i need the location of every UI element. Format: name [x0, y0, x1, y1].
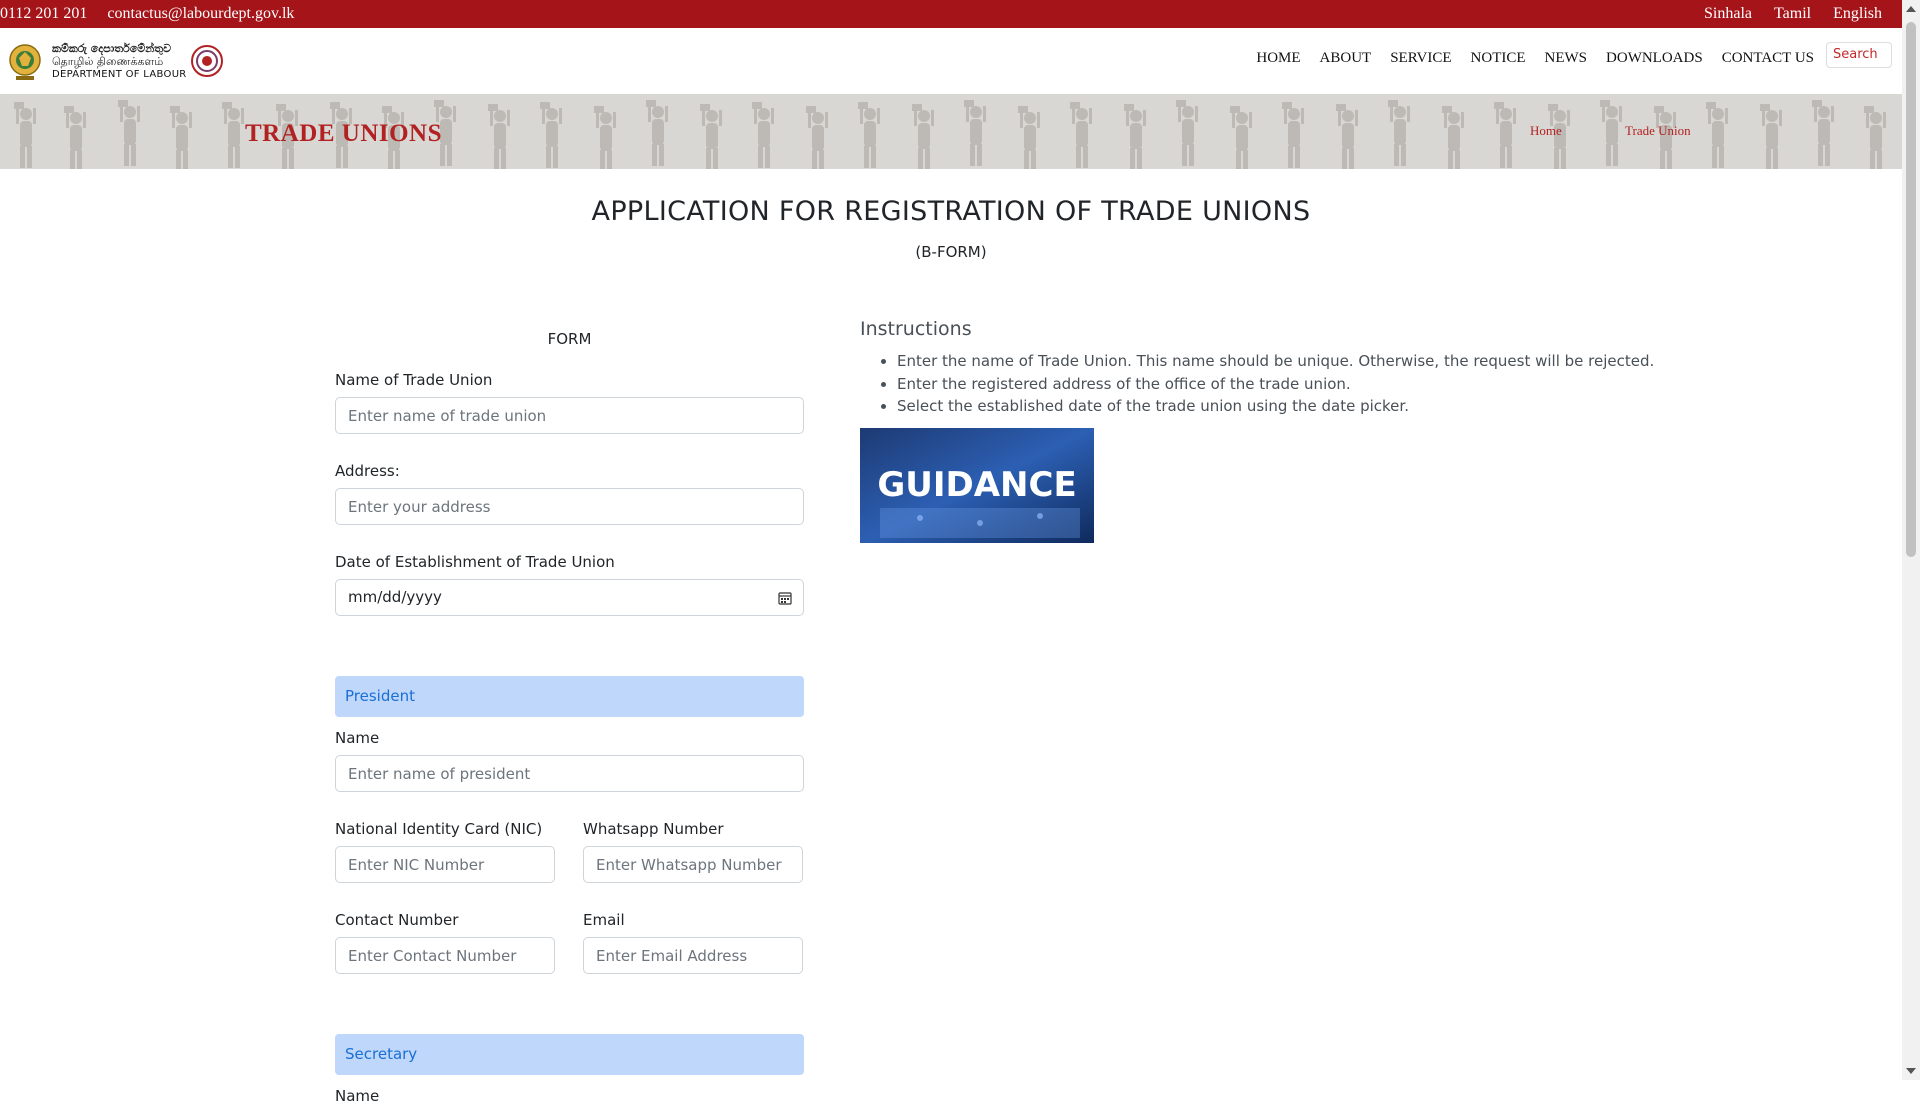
- instruction-item: Select the established date of the trade…: [897, 395, 1760, 418]
- site-header: කම්කරු දෙපාර්තමේන්තුව தொழில் திணைக்களம் …: [0, 28, 1902, 94]
- scrollbar-thumb[interactable]: [1906, 22, 1916, 557]
- nav-service[interactable]: SERVICE: [1390, 50, 1451, 67]
- phone-number: 0112 201 201: [0, 5, 88, 22]
- nav-news[interactable]: NEWS: [1545, 50, 1588, 67]
- language-switcher: Sinhala Tamil English: [1686, 5, 1882, 23]
- president-nic-whatsapp-row: National Identity Card (NIC) Whatsapp Nu…: [335, 820, 804, 883]
- address-label: Address:: [335, 462, 400, 480]
- president-name-label: Name: [335, 729, 380, 747]
- national-emblem-icon: [9, 44, 41, 80]
- guidance-text: GUIDANCE: [877, 465, 1076, 505]
- instructions-heading: Instructions: [860, 318, 972, 340]
- nav-downloads[interactable]: DOWNLOADS: [1606, 50, 1703, 67]
- contact-email[interactable]: contactus@labourdept.gov.lk: [107, 5, 294, 22]
- logo-sinhala-text: කම්කරු දෙපාර්තමේන්තුව: [52, 41, 171, 55]
- nav-contact-us[interactable]: CONTACT US: [1722, 50, 1814, 67]
- contact-info: 0112 201 201 contactus@labourdept.gov.lk: [0, 5, 310, 23]
- instructions-panel: Instructions Enter the name of Trade Uni…: [860, 318, 1760, 418]
- breadcrumb-home[interactable]: Home: [1530, 123, 1562, 139]
- address-group: Address:: [335, 462, 804, 525]
- department-seal-icon: [191, 45, 223, 77]
- logo-english-text: DEPARTMENT OF LABOUR: [52, 68, 187, 80]
- nav-home[interactable]: HOME: [1256, 50, 1300, 67]
- nav-notice[interactable]: NOTICE: [1471, 50, 1526, 67]
- nic-label: National Identity Card (NIC): [335, 820, 543, 838]
- nic-input[interactable]: [335, 846, 555, 883]
- page-subtitle: (B-FORM): [915, 243, 987, 261]
- lang-english[interactable]: English: [1833, 5, 1882, 22]
- scroll-up-icon[interactable]: [1906, 6, 1916, 12]
- page-scrollbar[interactable]: [1902, 0, 1920, 1080]
- union-name-group: Name of Trade Union: [335, 371, 804, 434]
- president-contact-email-row: Contact Number Email: [335, 911, 804, 974]
- main-nav: HOME ABOUT SERVICE NOTICE NEWS DOWNLOADS…: [1237, 50, 1814, 67]
- president-name-group: Name: [335, 729, 804, 792]
- registration-form: FORM Name of Trade Union Address: Date o…: [335, 330, 804, 1113]
- whatsapp-label: Whatsapp Number: [583, 820, 724, 838]
- site-logo[interactable]: කම්කරු දෙපාර්තමේන්තුව தொழில் திணைக்களம் …: [8, 36, 224, 86]
- establishment-date-input[interactable]: mm/dd/yyyy: [335, 579, 804, 616]
- top-contact-bar: 0112 201 201 contactus@labourdept.gov.lk…: [0, 0, 1902, 28]
- instruction-item: Enter the name of Trade Union. This name…: [897, 350, 1760, 373]
- whatsapp-input[interactable]: [583, 846, 803, 883]
- scroll-down-icon[interactable]: [1906, 1068, 1916, 1074]
- contact-number-input[interactable]: [335, 937, 555, 974]
- lang-sinhala[interactable]: Sinhala: [1704, 5, 1752, 22]
- email-label: Email: [583, 911, 625, 929]
- breadcrumb-trade-union[interactable]: Trade Union: [1625, 123, 1691, 139]
- instructions-list: Enter the name of Trade Union. This name…: [860, 350, 1760, 418]
- banner-title: TRADE UNIONS: [245, 120, 443, 147]
- union-name-label: Name of Trade Union: [335, 371, 493, 389]
- contact-number-label: Contact Number: [335, 911, 459, 929]
- union-name-input[interactable]: [335, 397, 804, 434]
- date-label: Date of Establishment of Trade Union: [335, 553, 615, 571]
- instruction-item: Enter the registered address of the offi…: [897, 373, 1760, 396]
- address-input[interactable]: [335, 488, 804, 525]
- nav-about[interactable]: ABOUT: [1320, 50, 1372, 67]
- president-section-header: President: [335, 676, 804, 717]
- calendar-icon[interactable]: [778, 591, 792, 605]
- guidance-image[interactable]: GUIDANCE: [860, 428, 1094, 543]
- search-input[interactable]: Search: [1826, 42, 1892, 68]
- page-title: APPLICATION FOR REGISTRATION OF TRADE UN…: [591, 196, 1311, 227]
- lang-tamil[interactable]: Tamil: [1774, 5, 1811, 22]
- secretary-section-header: Secretary: [335, 1034, 804, 1075]
- president-name-input[interactable]: [335, 755, 804, 792]
- date-group: Date of Establishment of Trade Union mm/…: [335, 553, 804, 616]
- form-heading: FORM: [547, 330, 592, 348]
- page-banner: TRADE UNIONS Home Trade Union: [0, 94, 1902, 169]
- logo-tamil-text: தொழில் திணைக்களம்: [52, 54, 164, 68]
- email-input[interactable]: [583, 937, 803, 974]
- secretary-name-label: Name: [335, 1087, 380, 1105]
